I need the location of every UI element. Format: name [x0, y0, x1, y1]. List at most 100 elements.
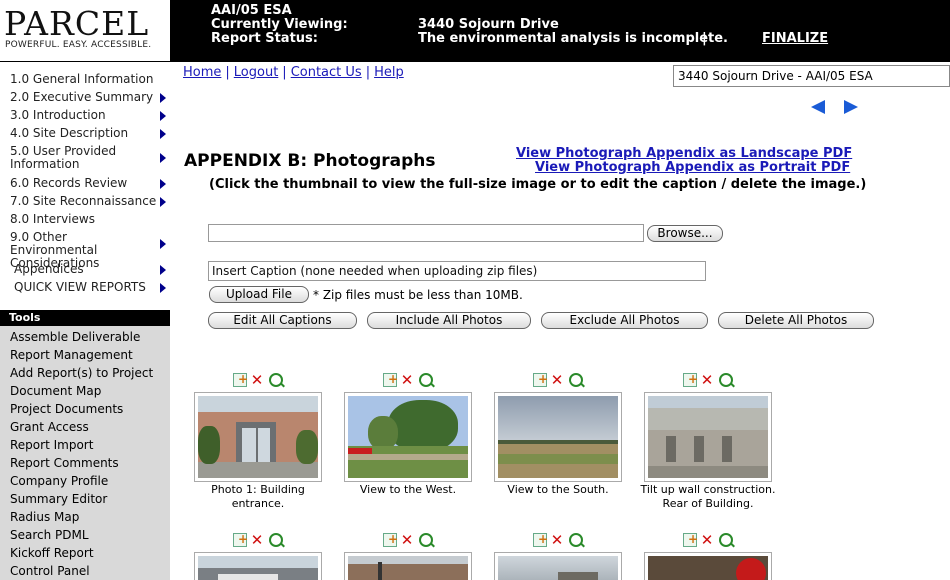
logo-wordmark: PARCEL: [4, 4, 150, 43]
zoom-photo-icon[interactable]: [269, 373, 283, 387]
zoom-photo-icon[interactable]: [719, 373, 733, 387]
delete-all-photos-button[interactable]: Delete All Photos: [718, 312, 874, 329]
zoom-photo-icon[interactable]: [269, 533, 283, 547]
submenu-arrow-icon: [160, 265, 166, 275]
edit-all-captions-button[interactable]: Edit All Captions: [208, 312, 357, 329]
edit-photo-icon[interactable]: [683, 532, 698, 547]
viewing-value: 3440 Sojourn Drive: [418, 17, 559, 32]
edit-photo-icon[interactable]: [383, 372, 398, 387]
status-value: The environmental analysis is incomplete…: [418, 31, 729, 46]
exclude-all-photos-button[interactable]: Exclude All Photos: [541, 312, 708, 329]
tool-kickoff-report[interactable]: Kickoff Report: [10, 546, 94, 560]
link-separator: |: [365, 65, 371, 80]
page-title: APPENDIX B: Photographs: [184, 151, 436, 171]
tools-header: Tools: [0, 310, 170, 326]
photo-thumbnail[interactable]: [194, 392, 322, 482]
tool-radius-map[interactable]: Radius Map: [10, 510, 79, 524]
nav-item-label: 8.0 Interviews: [10, 212, 95, 226]
delete-photo-icon[interactable]: ✕: [550, 373, 564, 388]
report-select[interactable]: 3440 Sojourn Drive - AAI/05 ESA: [673, 65, 950, 87]
delete-photo-icon[interactable]: ✕: [400, 373, 414, 388]
photo-thumbnail[interactable]: [644, 552, 772, 580]
tool-search-pdml[interactable]: Search PDML: [10, 528, 89, 542]
nav-item-label: 7.0 Site Reconnaissance: [10, 194, 157, 208]
edit-photo-icon[interactable]: [383, 532, 398, 547]
delete-photo-icon[interactable]: ✕: [700, 373, 714, 388]
zoom-photo-icon[interactable]: [419, 373, 433, 387]
delete-photo-icon[interactable]: ✕: [700, 533, 714, 548]
delete-photo-icon[interactable]: ✕: [250, 533, 264, 548]
delete-photo-icon[interactable]: ✕: [250, 373, 264, 388]
caption-line: Tilt up wall construction.: [640, 483, 776, 496]
tool-grant-access[interactable]: Grant Access: [10, 420, 89, 434]
tool-project-documents[interactable]: Project Documents: [10, 402, 123, 416]
landscape-pdf-link[interactable]: View Photograph Appendix as Landscape PD…: [516, 146, 852, 161]
help-link[interactable]: Help: [374, 65, 404, 80]
nav-item-label: 6.0 Records Review: [10, 176, 128, 190]
right-arrow-icon[interactable]: [844, 100, 858, 114]
edit-photo-icon[interactable]: [533, 372, 548, 387]
nav-item-introduction[interactable]: 3.0 Introduction: [10, 109, 166, 122]
edit-photo-icon[interactable]: [233, 532, 248, 547]
zoom-photo-icon[interactable]: [569, 373, 583, 387]
photo-card: ✕: [183, 532, 333, 580]
home-link[interactable]: Home: [183, 65, 221, 80]
zoom-photo-icon[interactable]: [569, 533, 583, 547]
browse-button[interactable]: Browse...: [647, 225, 723, 242]
sidebar-nav: 1.0 General Information 2.0 Executive Su…: [0, 62, 170, 310]
zoom-photo-icon[interactable]: [419, 533, 433, 547]
nav-item-executive-summary[interactable]: 2.0 Executive Summary: [10, 91, 166, 104]
tool-report-import[interactable]: Report Import: [10, 438, 93, 452]
photo-thumbnail[interactable]: [344, 552, 472, 580]
nav-item-interviews[interactable]: 8.0 Interviews: [10, 213, 166, 226]
header-separator: |: [702, 31, 707, 46]
nav-item-user-provided-information[interactable]: 5.0 User Provided Information: [10, 145, 166, 171]
nav-item-records-review[interactable]: 6.0 Records Review: [10, 177, 166, 190]
nav-item-appendices[interactable]: Appendices: [14, 263, 166, 276]
photo-caption: Photo 1: Building entrance.: [183, 483, 333, 511]
portrait-pdf-link[interactable]: View Photograph Appendix as Portrait PDF: [535, 160, 850, 175]
edit-photo-icon[interactable]: [233, 372, 248, 387]
nav-item-site-description[interactable]: 4.0 Site Description: [10, 127, 166, 140]
logout-link[interactable]: Logout: [234, 65, 279, 80]
tool-control-panel[interactable]: Control Panel: [10, 564, 90, 578]
left-arrow-icon[interactable]: [811, 100, 825, 114]
nav-item-general-information[interactable]: 1.0 General Information: [10, 73, 166, 86]
submenu-arrow-icon: [160, 129, 166, 139]
edit-photo-icon[interactable]: [533, 532, 548, 547]
tool-summary-editor[interactable]: Summary Editor: [10, 492, 107, 506]
finalize-link[interactable]: FINALIZE: [762, 31, 828, 46]
photo-thumbnail[interactable]: [194, 552, 322, 580]
tool-report-management[interactable]: Report Management: [10, 348, 133, 362]
contact-link[interactable]: Contact Us: [291, 65, 362, 80]
report-header: AAI/05 ESA Currently Viewing: 3440 Sojou…: [170, 0, 950, 62]
nav-item-site-reconnaissance[interactable]: 7.0 Site Reconnaissance: [10, 195, 166, 208]
photo-thumbnail[interactable]: [494, 392, 622, 482]
delete-photo-icon[interactable]: ✕: [400, 533, 414, 548]
photo-thumbnail[interactable]: [344, 392, 472, 482]
zoom-photo-icon[interactable]: [719, 533, 733, 547]
caption-input[interactable]: Insert Caption (none needed when uploadi…: [208, 261, 706, 281]
nav-item-quick-view-reports[interactable]: QUICK VIEW REPORTS: [14, 281, 166, 294]
include-all-photos-button[interactable]: Include All Photos: [367, 312, 531, 329]
tool-company-profile[interactable]: Company Profile: [10, 474, 108, 488]
submenu-arrow-icon: [160, 283, 166, 293]
logo-tagline: POWERFUL. EASY. ACCESSIBLE.: [5, 40, 152, 50]
photo-thumbnail[interactable]: [494, 552, 622, 580]
photo-thumbnail[interactable]: [644, 392, 772, 482]
photo-card: ✕: [633, 532, 783, 580]
edit-photo-icon[interactable]: [683, 372, 698, 387]
upload-file-button[interactable]: Upload File: [209, 286, 309, 303]
caption-line: View to the West.: [359, 483, 457, 496]
submenu-arrow-icon: [160, 93, 166, 103]
tool-report-comments[interactable]: Report Comments: [10, 456, 119, 470]
tool-document-map[interactable]: Document Map: [10, 384, 101, 398]
top-links: Home | Logout | Contact Us | Help: [183, 65, 404, 80]
delete-photo-icon[interactable]: ✕: [550, 533, 564, 548]
tool-add-reports[interactable]: Add Report(s) to Project: [10, 366, 153, 380]
zip-note: * Zip files must be less than 10MB.: [313, 288, 523, 302]
nav-item-label: 2.0 Executive Summary: [10, 90, 154, 104]
file-path-input[interactable]: [208, 224, 644, 242]
tool-assemble-deliverable[interactable]: Assemble Deliverable: [10, 330, 140, 344]
submenu-arrow-icon: [160, 197, 166, 207]
